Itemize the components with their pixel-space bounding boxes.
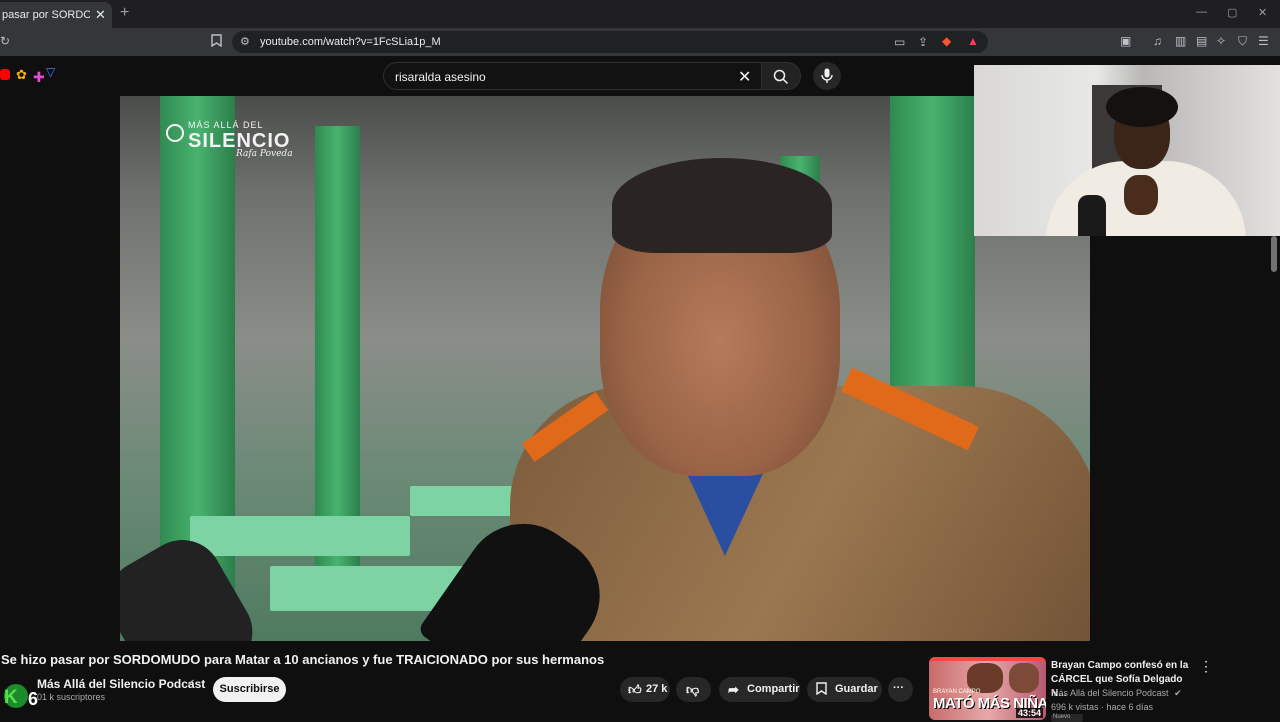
thumbnail-accent bbox=[929, 657, 1046, 661]
maximize-icon[interactable]: ▢ bbox=[1227, 6, 1237, 19]
more-icon: ··· bbox=[893, 682, 904, 694]
webcam-person-hair bbox=[1106, 87, 1178, 127]
minimize-icon[interactable]: — bbox=[1196, 6, 1207, 18]
leo-ai-icon[interactable]: ✧ bbox=[1216, 34, 1226, 48]
media-icon[interactable]: ♫ bbox=[1153, 34, 1162, 48]
thumbs-down-icon: 👎︎ bbox=[686, 682, 700, 697]
bookmark-icon[interactable] bbox=[211, 34, 222, 50]
channel-watermark: MÁS ALLÁ DEL SILENCIO Rafa Poveda bbox=[166, 120, 293, 159]
extension-icon[interactable]: ✿ bbox=[16, 67, 27, 83]
verified-icon: ✔ bbox=[187, 678, 196, 689]
search-query[interactable]: risaralda asesino bbox=[395, 70, 486, 84]
thumbnail-face bbox=[1009, 663, 1039, 693]
like-button[interactable]: 👍︎ 27 k bbox=[620, 677, 670, 702]
save-button[interactable]: Guardar bbox=[807, 677, 882, 702]
channel-avatar-letter: K bbox=[4, 687, 18, 708]
share-button[interactable]: ➦ Compartir bbox=[719, 677, 800, 702]
subscribe-button[interactable]: Suscribirse bbox=[213, 677, 286, 702]
subscriber-count: 01 k suscriptores bbox=[37, 692, 106, 702]
watermark-signature: Rafa Poveda bbox=[236, 149, 293, 159]
url-text[interactable]: youtube.com/watch?v=1FcSLia1p_M bbox=[260, 36, 441, 48]
new-badge: Nuevo bbox=[1051, 714, 1083, 722]
brave-rewards-icon[interactable]: ▲ bbox=[967, 34, 979, 48]
verified-icon: ✔ bbox=[1174, 688, 1182, 698]
watermark-line1: MÁS ALLÁ DEL bbox=[188, 120, 264, 130]
share-label: Compartir bbox=[747, 683, 800, 695]
recommended-channel-label: Más Allá del Silencio Podcast bbox=[1051, 688, 1169, 698]
channel-name[interactable]: Más Allá del Silencio Podcast bbox=[37, 677, 205, 691]
save-label: Guardar bbox=[835, 683, 878, 695]
like-count: 27 k bbox=[646, 683, 668, 695]
voice-search-button[interactable] bbox=[813, 62, 841, 90]
browser-tab[interactable]: pasar por SORDOMUDO ✕ bbox=[0, 2, 112, 28]
tab-close-icon[interactable]: ✕ bbox=[95, 7, 106, 23]
webcam-microphone bbox=[1078, 195, 1106, 236]
cast-icon[interactable]: ▭ bbox=[894, 35, 905, 49]
webcam-person-hand bbox=[1124, 175, 1158, 215]
browser-tab-strip: pasar por SORDOMUDO ✕ + — ▢ ✕ bbox=[0, 0, 1280, 28]
address-bar[interactable]: ⚙ youtube.com/watch?v=1FcSLia1p_M ▭ ⇪ ◆ … bbox=[232, 31, 988, 53]
page-scrollbar[interactable] bbox=[1271, 236, 1277, 272]
video-player[interactable]: MÁS ALLÁ DEL SILENCIO Rafa Poveda bbox=[120, 96, 1090, 641]
wallet-icon[interactable]: ▤ bbox=[1196, 34, 1207, 48]
microphone-icon bbox=[821, 68, 833, 83]
extension-plus-icon[interactable]: ✚ bbox=[33, 69, 45, 86]
thumbs-up-icon: 👍︎ bbox=[628, 682, 642, 697]
clear-search-icon[interactable]: ✕ bbox=[738, 67, 751, 87]
reload-icon[interactable]: ↻ bbox=[0, 34, 10, 48]
more-actions-button[interactable]: ··· bbox=[888, 677, 913, 702]
site-info-icon[interactable]: ⚙ bbox=[240, 35, 250, 48]
share-icon: ➦ bbox=[728, 682, 739, 697]
video-title: Se hizo pasar por SORDOMUDO para Matar a… bbox=[1, 652, 605, 667]
reader-icon[interactable]: ▥ bbox=[1175, 34, 1186, 48]
video-duration: 43:54 bbox=[1016, 708, 1044, 718]
search-button[interactable] bbox=[761, 62, 801, 90]
extension-send-icon[interactable]: ▽ bbox=[46, 65, 55, 79]
save-bookmark-icon bbox=[816, 682, 827, 698]
sidebar-panel-icon[interactable]: ▣ bbox=[1120, 34, 1131, 48]
watermark-logo-icon bbox=[166, 124, 184, 142]
person-hair bbox=[612, 158, 832, 253]
webcam-overlay bbox=[974, 65, 1280, 236]
menu-icon[interactable]: ☰ bbox=[1258, 34, 1269, 48]
search-icon bbox=[773, 69, 789, 85]
share-page-icon[interactable]: ⇪ bbox=[918, 35, 928, 49]
browser-toolbar: ↻ ⚙ youtube.com/watch?v=1FcSLia1p_M ▭ ⇪ … bbox=[0, 28, 1280, 56]
new-tab-button[interactable]: + bbox=[120, 4, 129, 22]
search-input[interactable]: risaralda asesino ✕ bbox=[383, 62, 763, 90]
youtube-logo-icon[interactable] bbox=[0, 69, 10, 80]
tab-title: pasar por SORDOMUDO bbox=[2, 9, 90, 21]
dislike-button[interactable]: 👎︎ bbox=[676, 677, 711, 702]
kebab-menu-icon[interactable]: ⋮ bbox=[1199, 658, 1213, 675]
recommended-video-meta: 696 k vistas · hace 6 días bbox=[1051, 702, 1154, 712]
vpn-icon[interactable]: ⛉ bbox=[1238, 34, 1247, 49]
brave-shields-icon[interactable]: ◆ bbox=[942, 34, 951, 48]
background-bench bbox=[190, 516, 410, 556]
recommended-channel-name[interactable]: Más Allá del Silencio Podcast ✔ bbox=[1051, 688, 1182, 699]
window-close-icon[interactable]: ✕ bbox=[1258, 6, 1267, 19]
